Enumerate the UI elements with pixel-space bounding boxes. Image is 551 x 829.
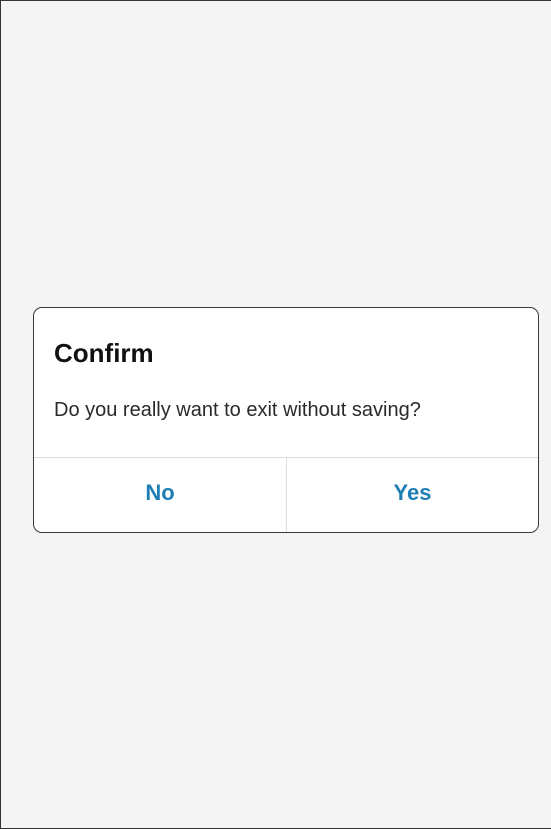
no-button[interactable]: No [34,458,286,532]
dialog-button-row: No Yes [34,457,538,532]
dialog-title: Confirm [54,338,154,368]
confirm-dialog: Confirm Do you really want to exit witho… [33,307,539,533]
yes-button[interactable]: Yes [286,458,538,532]
dialog-message: Do you really want to exit without savin… [54,399,421,421]
app-screen: Confirm Do you really want to exit witho… [0,0,551,829]
